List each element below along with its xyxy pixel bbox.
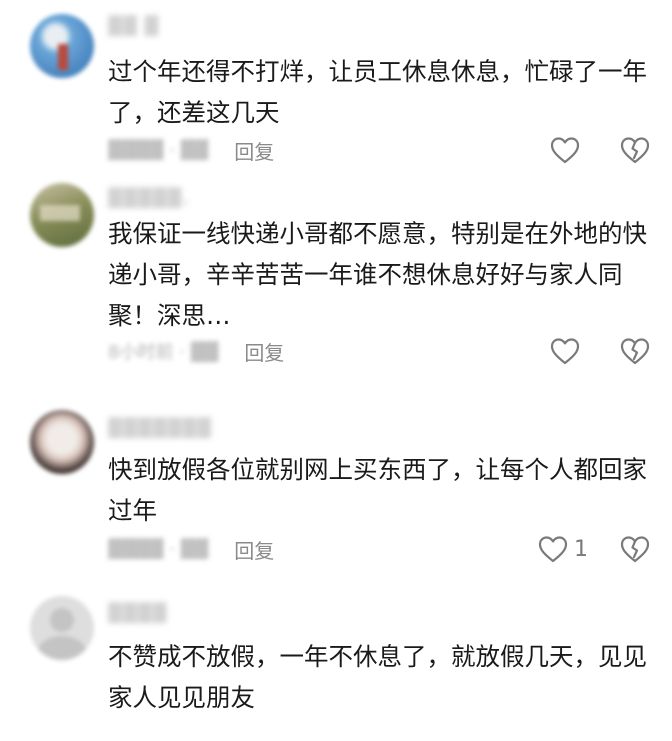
username[interactable]: ▓▓▓▓: [108, 603, 167, 627]
timestamp-location: ▓▓▓▓ · ▓▓: [108, 538, 209, 560]
comment-text: 过个年还得不打烊，让员工休息休息，忙碌了一年了，还差这几天: [108, 57, 647, 127]
avatar[interactable]: [30, 410, 94, 474]
broken-heart-outline-icon: [620, 136, 650, 164]
avatar[interactable]: [30, 14, 94, 78]
like-count: 1: [574, 536, 588, 562]
timestamp-location: ▓▓▓▓ · ▓▓: [108, 139, 209, 161]
broken-heart-outline-icon: [620, 535, 650, 563]
broken-heart-outline-icon: [620, 337, 650, 365]
dislike-button[interactable]: [618, 133, 652, 167]
reply-button[interactable]: 回复: [234, 535, 274, 564]
username[interactable]: ▓▓▓▓▓、: [108, 184, 201, 209]
username[interactable]: ▓▓▓▓▓▓▓: [108, 418, 212, 442]
comment-meta: ▓▓▓▓ · ▓▓ 回复: [108, 534, 274, 564]
like-button[interactable]: 1: [538, 532, 588, 566]
timestamp-location: 8小时前 · ▓▓: [108, 342, 219, 363]
heart-outline-icon: [538, 535, 568, 563]
avatar[interactable]: [30, 183, 94, 247]
reply-button[interactable]: 回复: [234, 136, 274, 165]
dislike-button[interactable]: [618, 532, 652, 566]
like-button[interactable]: [550, 133, 586, 167]
dislike-button[interactable]: [618, 334, 652, 368]
comment-text: 不赞成不放假，一年不休息了，就放假几天，见见家人见见朋友: [108, 642, 647, 712]
comment-text: 快到放假各位就别网上买东西了，让每个人都回家过年: [108, 455, 647, 525]
username[interactable]: ▓▓ ▓: [108, 16, 159, 40]
comment-meta: ▓▓▓▓ · ▓▓ 回复: [108, 135, 274, 165]
like-button[interactable]: [550, 334, 586, 368]
reply-button[interactable]: 回复: [244, 337, 284, 366]
heart-outline-icon: [550, 136, 580, 164]
comment-meta: 8小时前 · ▓▓ 回复: [108, 336, 284, 366]
heart-outline-icon: [550, 337, 580, 365]
comment-text: 我保证一线快递小哥都不愿意，特别是在外地的快递小哥，辛辛苦苦一年谁不想休息好好与…: [108, 219, 647, 330]
avatar[interactable]: [30, 596, 94, 660]
